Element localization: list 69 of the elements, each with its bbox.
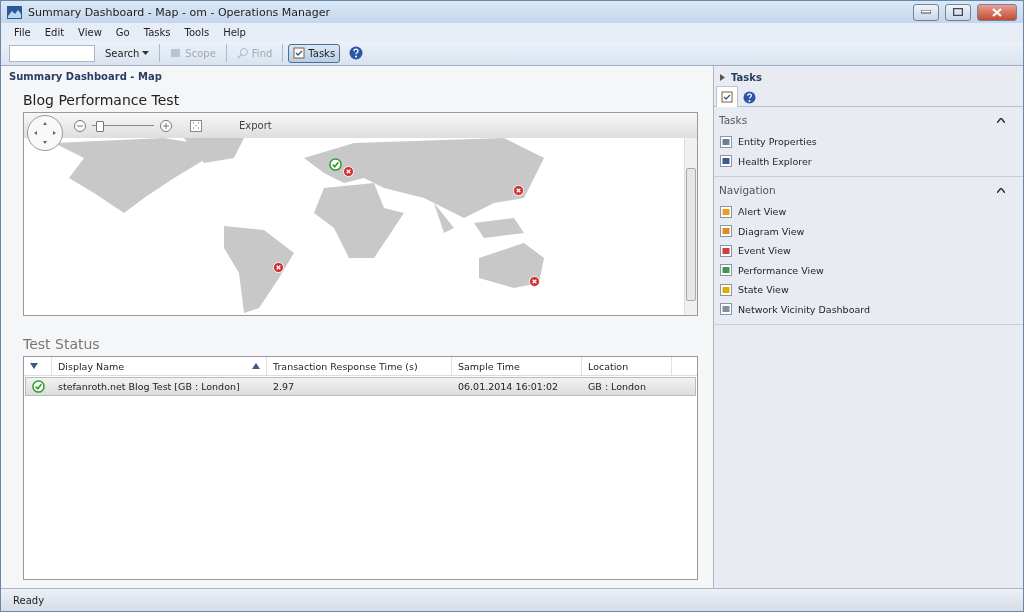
menu-item[interactable]: File <box>7 26 38 38</box>
fit-view-icon[interactable] <box>190 119 202 132</box>
search-button[interactable]: Search <box>100 43 155 63</box>
clipboard-icon <box>721 91 733 103</box>
table-cell-text: GB : London <box>587 380 647 394</box>
tasks-tab[interactable] <box>716 86 738 107</box>
expand-icon[interactable] <box>720 74 725 81</box>
filter-icon[interactable] <box>30 363 38 369</box>
breadcrumb: Summary Dashboard - Map <box>9 71 163 82</box>
collapse-icon[interactable] <box>997 117 1005 123</box>
network-view-icon <box>720 303 732 316</box>
column-header[interactable]: Transaction Response Time (s) <box>267 357 452 375</box>
table-cell-text: stefanroth.net Blog Test [GB : London] <box>57 380 241 394</box>
export-button[interactable]: Export <box>233 119 278 132</box>
menu-item[interactable]: Help <box>216 26 253 38</box>
section-title: Navigation <box>719 184 776 196</box>
task-link[interactable]: Network Vicinity Dashboard <box>714 299 1023 319</box>
clipboard-icon <box>293 47 306 59</box>
menu-item[interactable]: View <box>71 26 109 38</box>
table-cell-text: 2.97 <box>272 380 296 394</box>
app-icon <box>7 5 22 19</box>
pane-title: Tasks <box>731 72 762 83</box>
health-view-icon <box>720 155 732 168</box>
caret-icon <box>142 50 150 56</box>
diagram-view-icon <box>720 225 732 238</box>
collapse-icon[interactable] <box>997 187 1005 193</box>
zoom-slider-thumb[interactable] <box>96 120 105 132</box>
minimize-icon <box>921 10 931 14</box>
zoom-slider[interactable] <box>92 120 154 131</box>
section-title: Tasks <box>719 114 748 126</box>
menu-item[interactable]: Go <box>108 26 137 38</box>
alert-view-icon <box>720 205 732 218</box>
task-link[interactable]: Performance View <box>714 260 1023 280</box>
task-link[interactable]: State View <box>714 280 1023 300</box>
table-row[interactable]: stefanroth.net Blog Test [GB : London] 2.97 06.01.2014 16:01:02 GB : London <box>25 377 696 396</box>
search-icon <box>236 47 249 59</box>
maximize-button[interactable] <box>945 3 971 21</box>
menu-item[interactable]: Tools <box>177 26 217 38</box>
task-link[interactable]: Entity Properties <box>714 132 1023 152</box>
minimize-button[interactable] <box>913 3 939 21</box>
menu-item[interactable]: Tasks <box>136 26 178 38</box>
scope-icon <box>170 47 183 59</box>
properties-view-icon <box>720 135 732 148</box>
table-cell-text: 06.01.2014 16:01:02 <box>457 380 560 394</box>
menu-item[interactable]: Edit <box>37 26 72 38</box>
maximize-icon <box>953 8 963 16</box>
task-link[interactable]: Alert View <box>714 202 1023 222</box>
column-header[interactable]: Sample Time <box>452 357 582 375</box>
tasks-button[interactable]: Tasks <box>288 43 341 63</box>
close-button[interactable] <box>977 3 1017 21</box>
zoom-in-icon[interactable] <box>160 119 172 132</box>
performance-view-icon <box>720 264 732 277</box>
status-text: Ready <box>13 594 45 606</box>
zoom-out-icon[interactable] <box>74 119 86 132</box>
map-title: Blog Performance Test <box>23 92 181 108</box>
task-link[interactable]: Event View <box>714 241 1023 261</box>
event-view-icon <box>720 244 732 257</box>
search-field[interactable] <box>9 44 95 62</box>
column-header[interactable]: Display Name <box>52 357 267 375</box>
state-view-icon <box>720 283 732 296</box>
help-icon <box>742 90 756 104</box>
help-icon[interactable] <box>349 46 364 60</box>
map-scrollbar[interactable] <box>684 138 697 315</box>
task-link[interactable]: Diagram View <box>714 221 1023 241</box>
close-icon <box>992 7 1002 17</box>
window-title: Summary Dashboard - Map - om - Operations Manager <box>28 5 332 19</box>
column-header[interactable]: Location <box>582 357 672 375</box>
task-link[interactable]: Health Explorer <box>714 151 1023 171</box>
section-title: Test Status <box>23 336 101 352</box>
